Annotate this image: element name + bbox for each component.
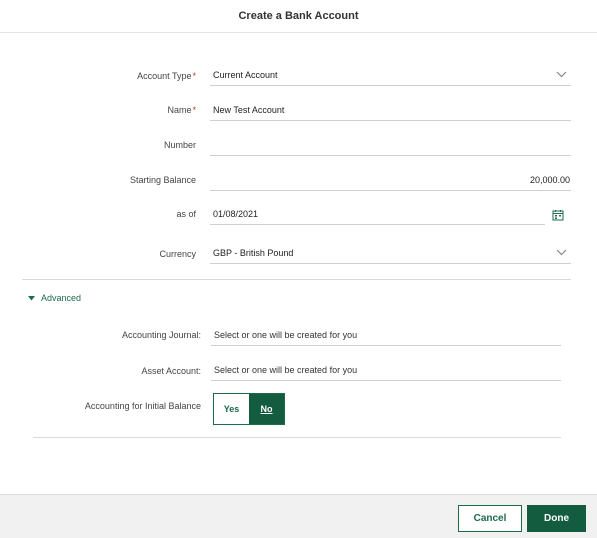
currency-value: GBP - British Pound (213, 247, 294, 258)
chevron-down-icon[interactable] (554, 246, 568, 260)
asset-account-label: Asset Account: (141, 366, 201, 376)
required-mark: * (192, 71, 196, 81)
name-label: Name* (167, 105, 196, 115)
initial-balance-yes-option[interactable]: Yes (214, 394, 249, 424)
cancel-button[interactable]: Cancel (458, 505, 522, 532)
initial-balance-toggle[interactable]: Yes No (213, 393, 285, 425)
accounting-journal-placeholder: Select or one will be created for you (214, 329, 358, 340)
caret-down-icon (28, 295, 35, 300)
asset-account-select[interactable]: Select or one will be created for you (211, 359, 561, 381)
initial-balance-no-option[interactable]: No (249, 394, 284, 424)
starting-balance-label: Starting Balance (129, 175, 196, 185)
account-type-label: Account Type* (137, 71, 196, 81)
starting-balance-value: 20,000.00 (529, 174, 570, 185)
done-button[interactable]: Done (527, 505, 586, 532)
as-of-value: 01/08/2021 (213, 208, 259, 219)
currency-label: Currency (159, 249, 196, 259)
required-mark: * (192, 105, 196, 115)
advanced-divider (33, 437, 561, 438)
currency-select[interactable]: GBP - British Pound (210, 242, 571, 264)
section-divider (22, 279, 571, 280)
dialog-title: Create a Bank Account (238, 10, 359, 22)
advanced-label: Advanced (41, 293, 82, 303)
accounting-journal-select[interactable]: Select or one will be created for you (211, 324, 561, 346)
as-of-label: as of (176, 209, 196, 219)
accounting-journal-label: Accounting Journal: (121, 330, 201, 340)
as-of-date-input[interactable]: 01/08/2021 (210, 203, 545, 225)
account-type-value: Current Account (213, 69, 278, 80)
starting-balance-input[interactable]: 20,000.00 (210, 169, 571, 191)
asset-account-placeholder: Select or one will be created for you (214, 364, 358, 375)
dialog-header: Create a Bank Account (0, 0, 597, 33)
initial-balance-label: Accounting for Initial Balance (84, 401, 201, 411)
calendar-icon[interactable] (551, 208, 565, 222)
advanced-toggle[interactable]: Advanced (28, 293, 81, 303)
account-type-select[interactable]: Current Account (210, 64, 571, 86)
name-input[interactable]: New Test Account (210, 99, 571, 121)
number-input[interactable] (210, 134, 571, 156)
number-label: Number (163, 140, 196, 150)
name-value: New Test Account (213, 104, 285, 115)
chevron-down-icon[interactable] (554, 68, 568, 82)
